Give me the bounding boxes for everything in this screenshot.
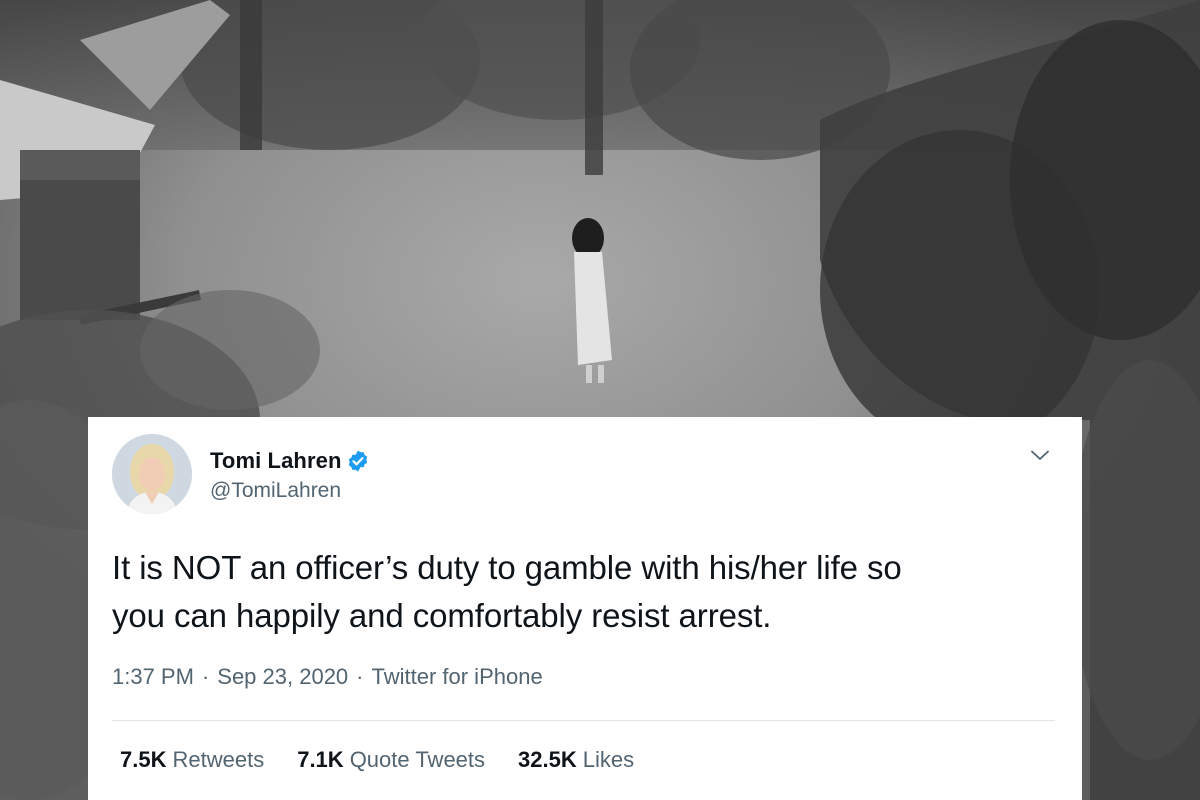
- tweet-time[interactable]: 1:37 PM: [112, 664, 194, 690]
- meta-separator: ·: [356, 664, 364, 689]
- likes-label: Likes: [582, 747, 635, 772]
- avatar[interactable]: [112, 434, 192, 514]
- meta-separator: ·: [201, 664, 210, 689]
- tweet-stats: 7.5K Retweets 7.1K Quote Tweets 32.5K Li…: [120, 747, 667, 773]
- retweets-label: Retweets: [172, 747, 265, 772]
- quote-tweets-stat[interactable]: 7.1K Quote Tweets: [297, 747, 485, 773]
- tweet-text-line: you can happily and comfortably resist a…: [112, 597, 772, 634]
- retweets-stat[interactable]: 7.5K Retweets: [120, 747, 264, 773]
- tweet-meta: 1:37 PM · Sep 23, 2020 · Twitter for iPh…: [112, 664, 543, 690]
- tweet-text-line: It is NOT an officer’s duty to gamble wi…: [112, 549, 902, 586]
- name-row: Tomi Lahren: [210, 446, 370, 476]
- tweet-header: Tomi Lahren @TomiLahren: [112, 434, 370, 514]
- divider: [112, 720, 1055, 721]
- quote-tweets-label: Quote Tweets: [349, 747, 486, 772]
- user-handle[interactable]: @TomiLahren: [210, 479, 370, 503]
- tweet-text: It is NOT an officer’s duty to gamble wi…: [112, 544, 1042, 640]
- display-name[interactable]: Tomi Lahren: [210, 448, 341, 474]
- quote-tweets-count: 7.1K: [297, 747, 344, 772]
- retweets-count: 7.5K: [120, 747, 167, 772]
- tweet-card: Tomi Lahren @TomiLahren It is NOT an off…: [88, 417, 1082, 800]
- chevron-down-icon[interactable]: [1028, 443, 1052, 467]
- user-info: Tomi Lahren @TomiLahren: [210, 446, 370, 503]
- likes-count: 32.5K: [518, 747, 577, 772]
- tweet-date[interactable]: Sep 23, 2020: [217, 664, 348, 690]
- tweet-source[interactable]: Twitter for iPhone: [372, 664, 543, 690]
- likes-stat[interactable]: 32.5K Likes: [518, 747, 634, 773]
- verified-badge-icon: [346, 449, 370, 473]
